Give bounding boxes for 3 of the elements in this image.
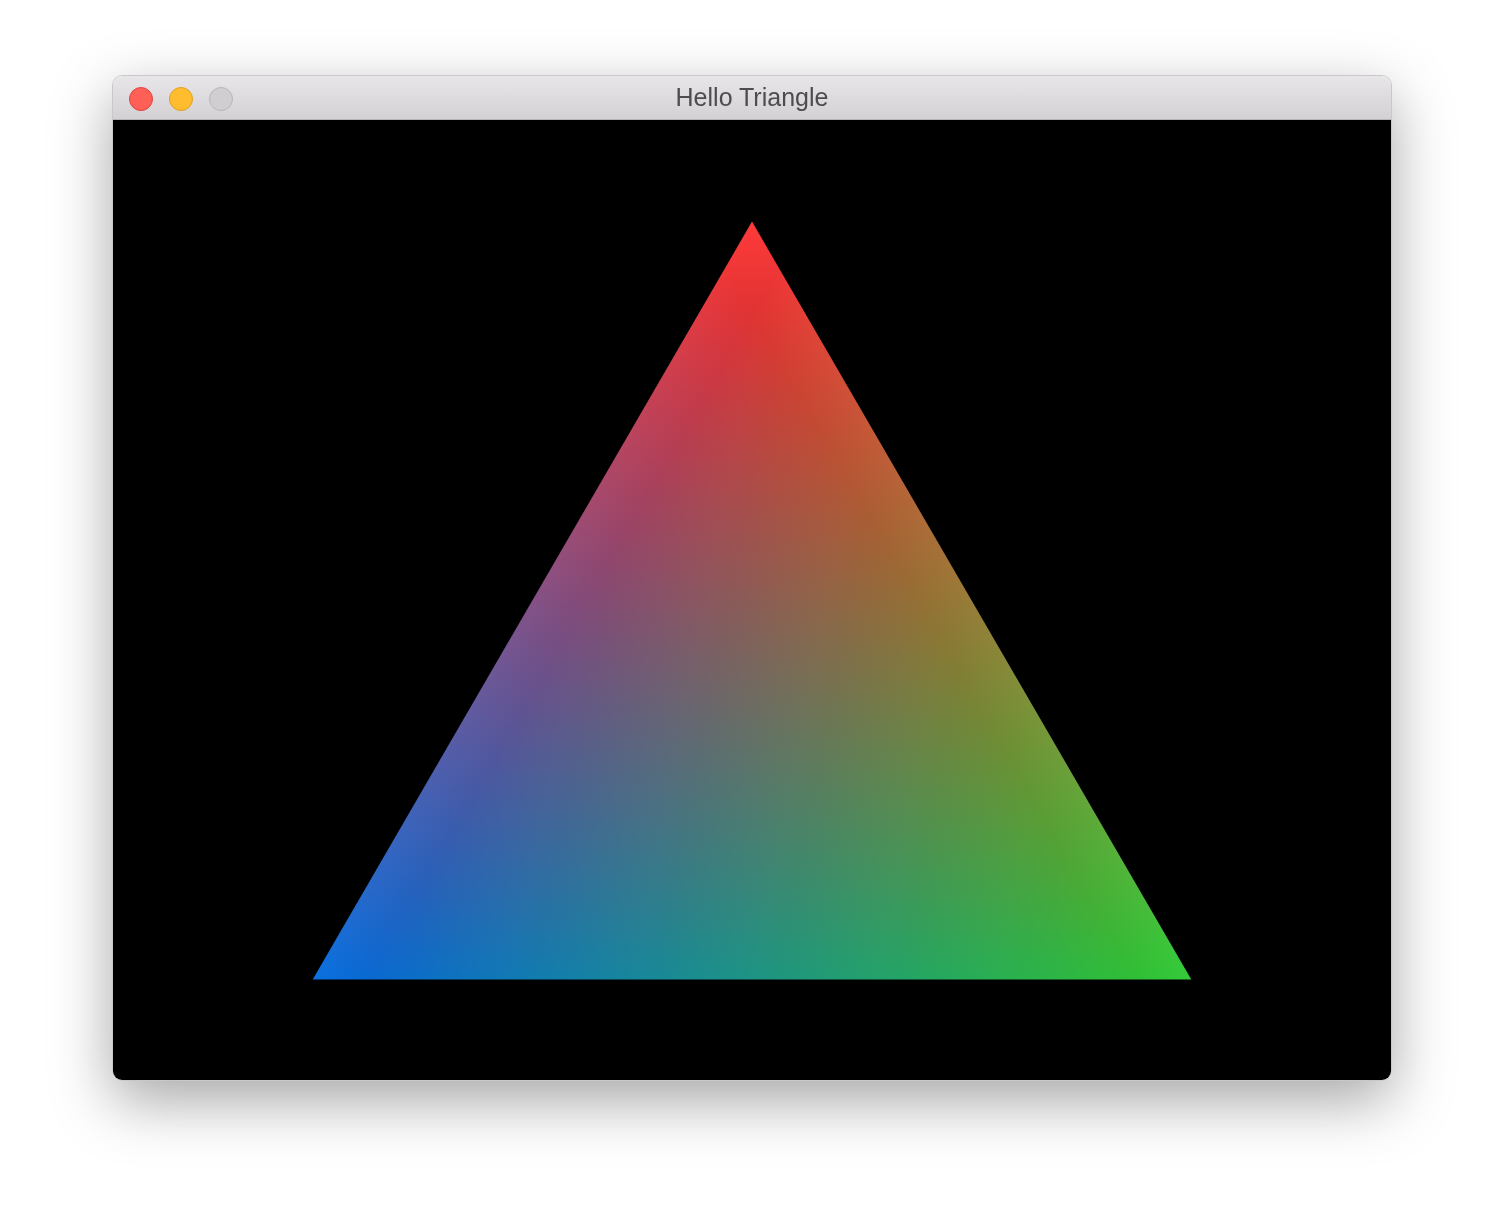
close-button[interactable] (129, 87, 153, 111)
minimize-button[interactable] (169, 87, 193, 111)
window-title: Hello Triangle (675, 81, 829, 113)
